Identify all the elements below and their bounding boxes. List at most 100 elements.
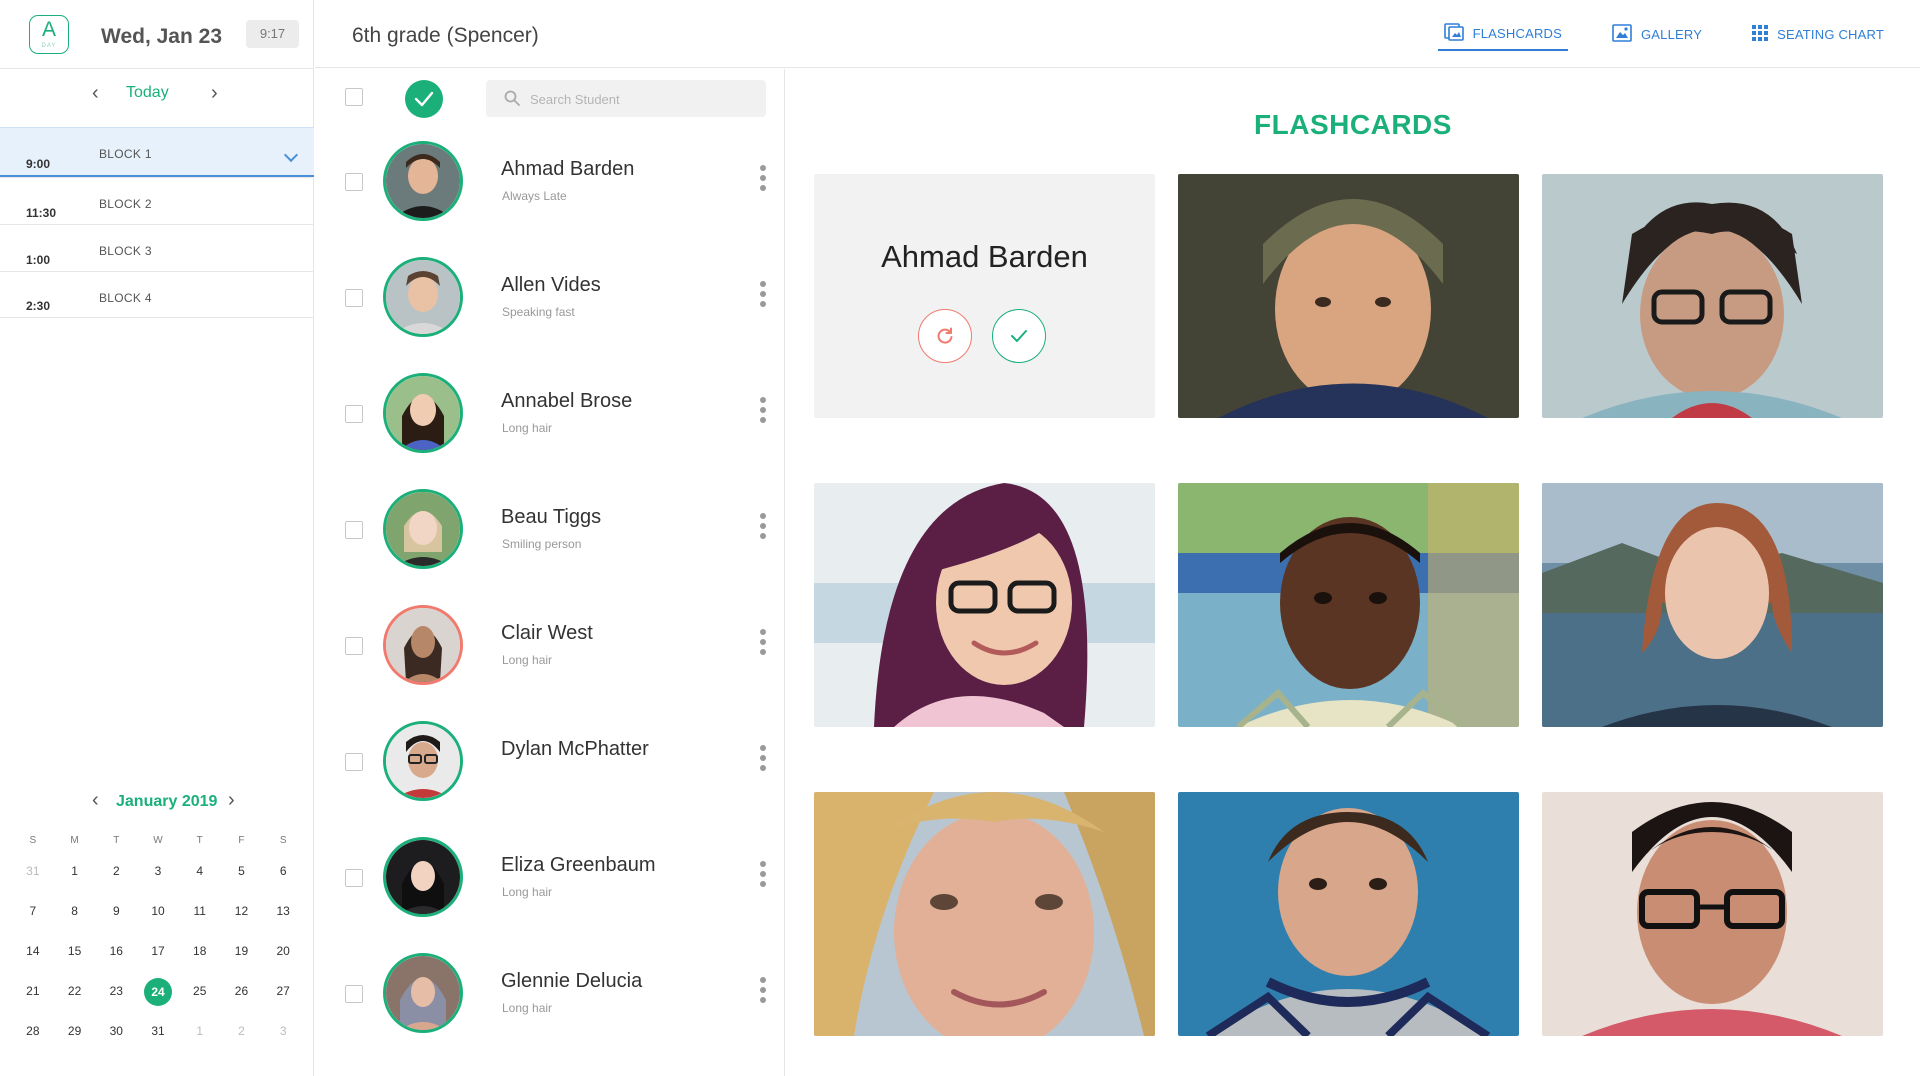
calendar-day[interactable]: 25 [179, 978, 221, 1018]
calendar-day[interactable]: 24 [137, 978, 179, 1018]
top-bar: 6th grade (Spencer) FLASHCARDS GALLERY S… [315, 0, 1920, 68]
student-checkbox[interactable] [345, 173, 363, 191]
calendar-day[interactable]: 31 [12, 858, 54, 898]
calendar-day[interactable]: 10 [137, 898, 179, 938]
photo-card[interactable] [1542, 792, 1883, 1036]
search-input[interactable] [530, 88, 750, 110]
photo-card[interactable] [1178, 792, 1519, 1036]
calendar-day[interactable]: 2 [95, 858, 137, 898]
more-options-icon[interactable] [759, 861, 767, 893]
calendar-day[interactable]: 2 [221, 1018, 263, 1058]
calendar-day[interactable]: 14 [12, 938, 54, 978]
student-row[interactable]: Clair West Long hair [315, 593, 785, 709]
calendar-day[interactable]: 13 [262, 898, 304, 938]
calendar-day[interactable]: 18 [179, 938, 221, 978]
student-row[interactable]: Allen Vides Speaking fast [315, 245, 785, 361]
today-button[interactable]: Today [126, 84, 169, 102]
student-note: Long hair [502, 885, 553, 899]
calendar-day[interactable]: 9 [95, 898, 137, 938]
chevron-right-icon[interactable]: › [211, 80, 218, 106]
calendar-week: 21 22 23 24 25 26 27 [12, 978, 304, 1018]
student-row[interactable]: Ahmad Barden Always Late [315, 129, 785, 245]
calendar-day[interactable]: 23 [95, 978, 137, 1018]
student-row[interactable]: Eliza Greenbaum Long hair [315, 825, 785, 941]
calendar-day[interactable]: 1 [54, 858, 96, 898]
calendar-day-number: 7 [29, 904, 37, 918]
photo-card[interactable] [814, 483, 1155, 727]
photo-card[interactable] [1178, 174, 1519, 418]
block-item-3[interactable]: 1:00 BLOCK 3 [0, 224, 314, 271]
student-checkbox[interactable] [345, 985, 363, 1003]
chevron-right-icon[interactable]: › [228, 788, 235, 812]
more-options-icon[interactable] [759, 977, 767, 1009]
calendar-week: 28 29 30 31 1 2 3 [12, 1018, 304, 1058]
more-options-icon[interactable] [759, 745, 767, 777]
calendar-day[interactable]: 16 [95, 938, 137, 978]
student-row[interactable]: Annabel Brose Long hair [315, 361, 785, 477]
student-note: Speaking fast [502, 305, 575, 319]
student-name: Glennie Delucia [501, 970, 643, 992]
calendar-day[interactable]: 28 [12, 1018, 54, 1058]
calendar-day-number: 1 [196, 1024, 204, 1038]
photo-card[interactable] [814, 792, 1155, 1036]
calendar-day[interactable]: 12 [221, 898, 263, 938]
tab-seating-chart[interactable]: SEATING CHART [1746, 0, 1890, 68]
mark-all-button[interactable] [405, 80, 443, 118]
student-checkbox[interactable] [345, 869, 363, 887]
student-checkbox[interactable] [345, 753, 363, 771]
photo-card[interactable] [1542, 483, 1883, 727]
student-checkbox[interactable] [345, 637, 363, 655]
student-checkbox[interactable] [345, 289, 363, 307]
calendar-day[interactable]: 31 [137, 1018, 179, 1058]
calendar-day-number: 4 [196, 864, 204, 878]
calendar-day[interactable]: 21 [12, 978, 54, 1018]
chevron-left-icon[interactable]: ‹ [92, 788, 99, 812]
block-item-1[interactable]: 9:00 BLOCK 1 [0, 127, 314, 177]
retry-button[interactable] [918, 309, 972, 363]
clock-chip: 9:17 [246, 20, 299, 48]
calendar-day[interactable]: 30 [95, 1018, 137, 1058]
calendar-day[interactable]: 29 [54, 1018, 96, 1058]
more-options-icon[interactable] [759, 397, 767, 429]
calendar-day[interactable]: 3 [137, 858, 179, 898]
chevron-down-icon[interactable] [283, 147, 299, 163]
calendar-day[interactable]: 5 [221, 858, 263, 898]
calendar-day[interactable]: 4 [179, 858, 221, 898]
calendar-day-number: 16 [109, 944, 123, 958]
calendar-day[interactable]: 6 [262, 858, 304, 898]
calendar-day[interactable]: 15 [54, 938, 96, 978]
avatar [383, 837, 463, 917]
more-options-icon[interactable] [759, 513, 767, 545]
calendar-day[interactable]: 3 [262, 1018, 304, 1058]
calendar-day[interactable]: 27 [262, 978, 304, 1018]
calendar-day-number: 28 [26, 1024, 40, 1038]
more-options-icon[interactable] [759, 281, 767, 313]
photo-card[interactable] [1542, 174, 1883, 418]
photo-card[interactable] [1178, 483, 1519, 727]
student-note: Smiling person [502, 537, 582, 551]
calendar-day[interactable]: 20 [262, 938, 304, 978]
select-all-checkbox[interactable] [345, 88, 363, 106]
calendar-day-number: 13 [276, 904, 290, 918]
calendar-day[interactable]: 19 [221, 938, 263, 978]
calendar-day[interactable]: 7 [12, 898, 54, 938]
student-row[interactable]: Beau Tiggs Smiling person [315, 477, 785, 593]
student-checkbox[interactable] [345, 521, 363, 539]
tab-gallery[interactable]: GALLERY [1606, 0, 1708, 68]
tab-flashcards[interactable]: FLASHCARDS [1437, 0, 1568, 51]
chevron-left-icon[interactable]: ‹ [92, 80, 99, 106]
calendar-day[interactable]: 11 [179, 898, 221, 938]
block-item-4[interactable]: 2:30 BLOCK 4 [0, 271, 314, 318]
calendar-day[interactable]: 26 [221, 978, 263, 1018]
student-checkbox[interactable] [345, 405, 363, 423]
more-options-icon[interactable] [759, 165, 767, 197]
block-item-2[interactable]: 11:30 BLOCK 2 [0, 177, 314, 224]
student-row[interactable]: Dylan McPhatter [315, 709, 785, 825]
calendar-day[interactable]: 17 [137, 938, 179, 978]
more-options-icon[interactable] [759, 629, 767, 661]
calendar-day[interactable]: 1 [179, 1018, 221, 1058]
correct-button[interactable] [992, 309, 1046, 363]
student-row[interactable]: Glennie Delucia Long hair [315, 941, 785, 1057]
calendar-day[interactable]: 22 [54, 978, 96, 1018]
calendar-day[interactable]: 8 [54, 898, 96, 938]
